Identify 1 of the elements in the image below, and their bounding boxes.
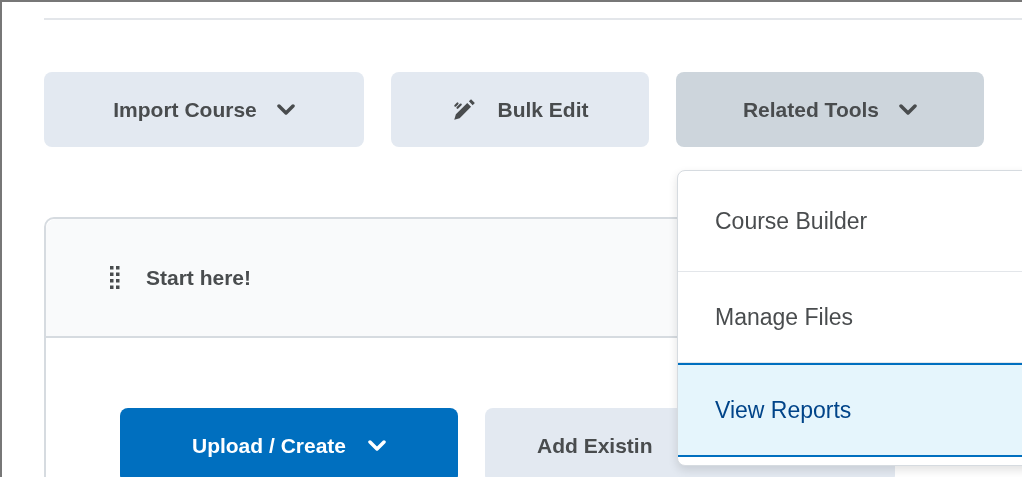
module-title: Start here! <box>146 265 252 290</box>
